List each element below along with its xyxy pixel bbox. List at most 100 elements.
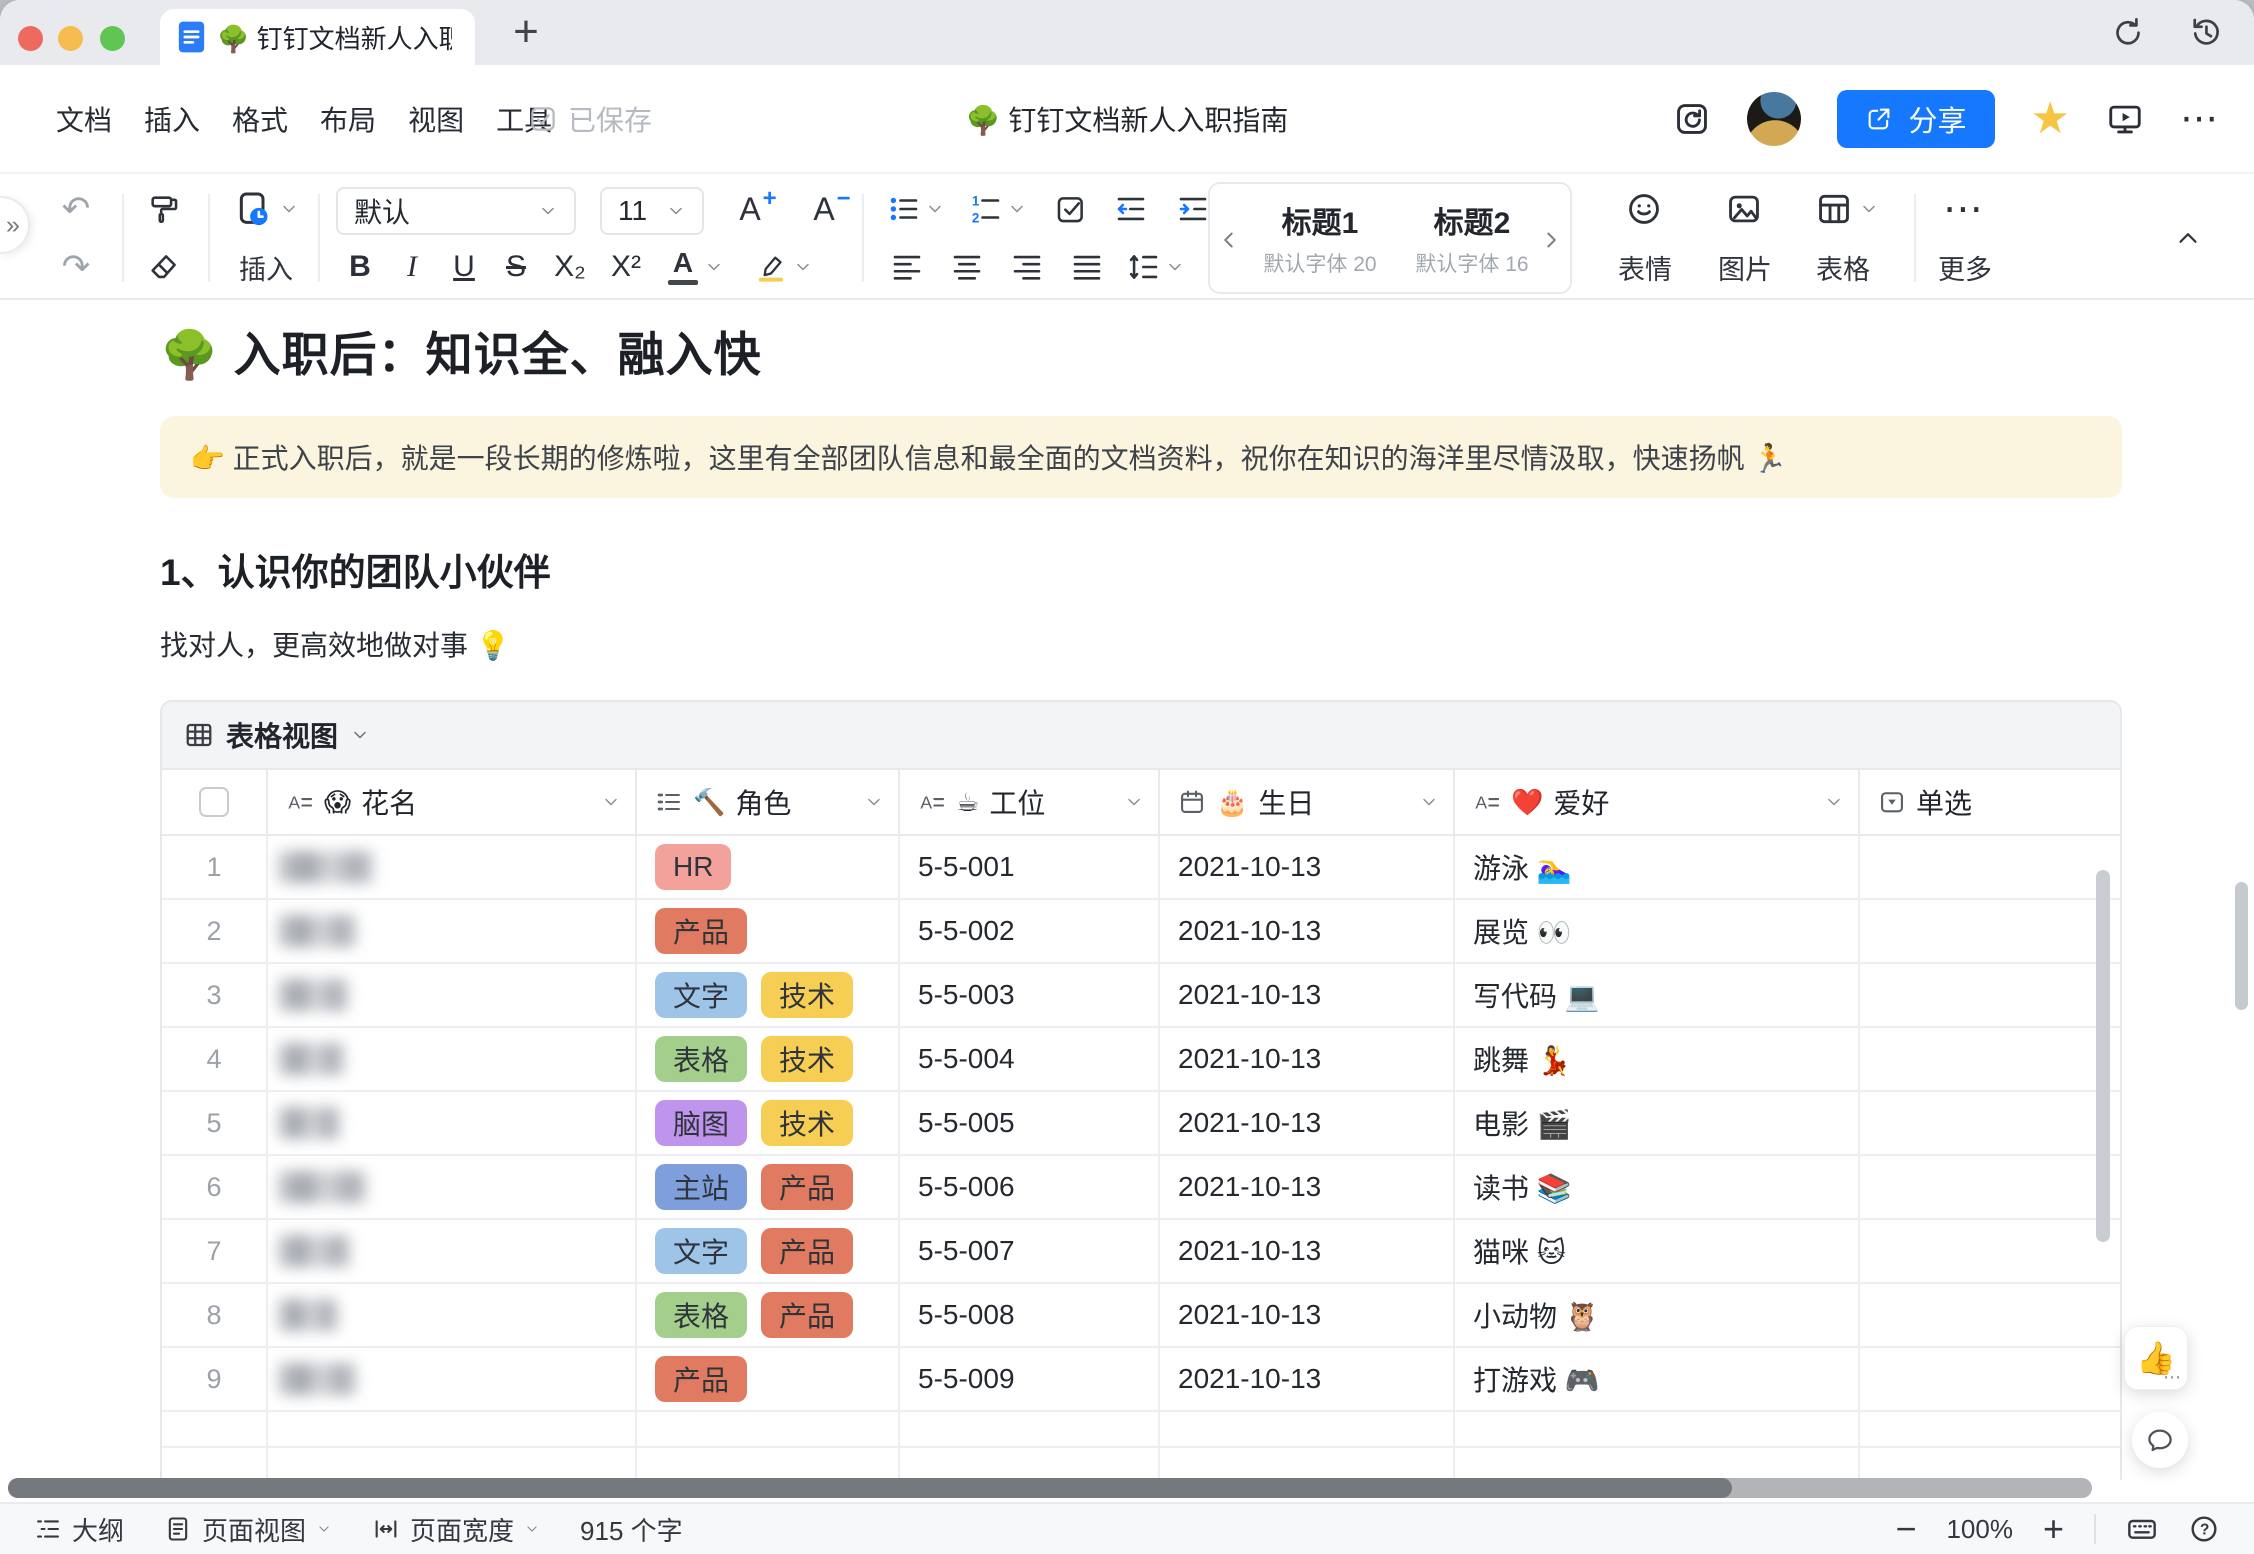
superscript-button[interactable]: X² — [602, 244, 650, 290]
cell-role[interactable]: HR — [637, 836, 900, 898]
cell-empty[interactable] — [162, 1448, 268, 1480]
cell-empty[interactable] — [1860, 1412, 2120, 1446]
zoom-out-button[interactable]: − — [1895, 1511, 1916, 1547]
row-number-cell[interactable]: 3 — [162, 964, 268, 1026]
cell-empty[interactable] — [1160, 1448, 1455, 1480]
subscript-button[interactable]: X₂ — [546, 244, 594, 290]
cell-role[interactable]: 产品 — [637, 1348, 900, 1410]
help-icon[interactable]: ? — [2188, 1513, 2220, 1545]
table-row[interactable]: 7 文字 产品 5-5-007 2021-10-13 猫咪 🐱 — [162, 1220, 2120, 1284]
align-center-button[interactable] — [942, 244, 992, 290]
cell-hobby[interactable]: 猫咪 🐱 — [1455, 1220, 1860, 1282]
cell-hobby[interactable]: 读书 📚 — [1455, 1156, 1860, 1218]
column-header-select[interactable]: 单选 — [1860, 770, 2120, 834]
column-header-role[interactable]: 🔨 角色 — [637, 770, 900, 834]
cell-role[interactable]: 文字 产品 — [637, 1220, 900, 1282]
column-header-seat[interactable]: A ☕ 工位 — [900, 770, 1160, 834]
cell-birthday[interactable]: 2021-10-13 — [1160, 1348, 1455, 1410]
align-right-button[interactable] — [1002, 244, 1052, 290]
cell-role[interactable]: 表格 产品 — [637, 1284, 900, 1346]
collapse-toolbar-button[interactable] — [2160, 210, 2216, 266]
cell-role[interactable]: 产品 — [637, 900, 900, 962]
history-icon[interactable] — [2188, 14, 2224, 50]
emoji-button[interactable] — [1618, 186, 1670, 232]
table-row[interactable]: 8 表格 产品 5-5-008 2021-10-13 小动物 🦉 — [162, 1284, 2120, 1348]
line-spacing-button[interactable] — [1122, 244, 1190, 290]
cell-name[interactable] — [268, 836, 637, 898]
close-window-button[interactable] — [18, 26, 43, 51]
cell-select[interactable] — [1860, 1092, 2120, 1154]
row-number-cell[interactable]: 8 — [162, 1284, 268, 1346]
numbered-list-button[interactable]: 12 — [964, 186, 1032, 232]
row-number-cell[interactable]: 4 — [162, 1028, 268, 1090]
cell-birthday[interactable]: 2021-10-13 — [1160, 836, 1455, 898]
style-heading2[interactable]: 标题2 默认字体 16 — [1406, 184, 1538, 292]
font-family-select[interactable]: 默认 — [336, 187, 576, 235]
row-number-cell[interactable]: 9 — [162, 1348, 268, 1410]
cell-seat[interactable]: 5-5-008 — [900, 1284, 1160, 1346]
underline-button[interactable]: U — [440, 244, 488, 290]
align-left-button[interactable] — [882, 244, 932, 290]
header-more-icon[interactable]: ⋯ — [2180, 96, 2220, 141]
bold-button[interactable]: B — [336, 244, 384, 290]
table-row-empty[interactable] — [162, 1412, 2120, 1448]
menu-item[interactable]: 文档 — [56, 99, 112, 139]
cell-birthday[interactable]: 2021-10-13 — [1160, 900, 1455, 962]
select-all-checkbox[interactable] — [199, 787, 229, 817]
doc-paragraph[interactable]: 找对人，更高效地做对事 💡 — [160, 624, 511, 664]
row-number-cell[interactable]: 6 — [162, 1156, 268, 1218]
document-tab[interactable]: 🌳 钉钉文档新人入职指 — [160, 9, 475, 65]
cell-empty[interactable] — [162, 1412, 268, 1446]
reload-icon[interactable] — [2110, 14, 2146, 50]
style-heading1[interactable]: 标题1 默认字体 20 — [1254, 184, 1386, 292]
redo-button[interactable]: ↷ — [50, 244, 102, 290]
menu-item[interactable]: 视图 — [408, 99, 464, 139]
document-title[interactable]: 🌳 钉钉文档新人入职指南 — [966, 65, 1289, 172]
cell-seat[interactable]: 5-5-002 — [900, 900, 1160, 962]
favorite-star-icon[interactable]: ★ — [2031, 96, 2070, 141]
column-header-name[interactable]: A 😱 花名 — [268, 770, 637, 834]
cell-name[interactable] — [268, 1092, 637, 1154]
cell-select[interactable] — [1860, 836, 2120, 898]
table-view-bar[interactable]: 表格视图 — [162, 702, 2120, 770]
cell-select[interactable] — [1860, 1220, 2120, 1282]
new-tab-button[interactable]: + — [500, 6, 552, 58]
cell-hobby[interactable]: 小动物 🦉 — [1455, 1284, 1860, 1346]
cell-hobby[interactable]: 展览 👀 — [1455, 900, 1860, 962]
share-button[interactable]: 分享 — [1836, 89, 1995, 148]
table-row[interactable]: 6 主站 产品 5-5-006 2021-10-13 读书 📚 — [162, 1156, 2120, 1220]
document-canvas[interactable]: 🌳 入职后：知识全、融入快 👉 正式入职后，就是一段长期的修炼啦，这里有全部团队… — [0, 300, 2254, 1502]
font-color-button[interactable]: A — [662, 244, 730, 290]
horizontal-scrollbar-thumb[interactable] — [8, 1478, 1732, 1498]
italic-button[interactable]: I — [388, 244, 436, 290]
cell-seat[interactable]: 5-5-009 — [900, 1348, 1160, 1410]
column-header-birthday[interactable]: 🎂 生日 — [1160, 770, 1455, 834]
table-row[interactable]: 5 脑图 技术 5-5-005 2021-10-13 电影 🎬 — [162, 1092, 2120, 1156]
cell-seat[interactable]: 5-5-004 — [900, 1028, 1160, 1090]
cell-seat[interactable]: 5-5-007 — [900, 1220, 1160, 1282]
cell-birthday[interactable]: 2021-10-13 — [1160, 1220, 1455, 1282]
zoom-level[interactable]: 100% — [1946, 1514, 2013, 1545]
menu-item[interactable]: 格式 — [232, 99, 288, 139]
cell-name[interactable] — [268, 900, 637, 962]
cell-role[interactable]: 脑图 技术 — [637, 1092, 900, 1154]
cell-select[interactable] — [1860, 900, 2120, 962]
cell-empty[interactable] — [268, 1448, 637, 1480]
insert-button[interactable] — [226, 186, 306, 232]
zoom-in-button[interactable]: + — [2043, 1511, 2064, 1547]
table-row[interactable]: 9 产品 5-5-009 2021-10-13 打游戏 🎮 — [162, 1348, 2120, 1412]
cell-role[interactable]: 主站 产品 — [637, 1156, 900, 1218]
cell-hobby[interactable]: 写代码 💻 — [1455, 964, 1860, 1026]
highlight-button[interactable] — [748, 244, 820, 290]
increase-font-button[interactable]: A + — [728, 185, 788, 232]
present-icon[interactable] — [2106, 100, 2144, 138]
cell-birthday[interactable]: 2021-10-13 — [1160, 1284, 1455, 1346]
page-width-button[interactable]: 页面宽度 — [372, 1511, 540, 1548]
cell-select[interactable] — [1860, 1348, 2120, 1410]
column-header-check[interactable] — [162, 770, 268, 834]
comment-button[interactable] — [2132, 1412, 2188, 1468]
table-row[interactable]: 1 HR 5-5-001 2021-10-13 游泳 🏊‍♀️ — [162, 836, 2120, 900]
cell-empty[interactable] — [1455, 1448, 1860, 1480]
avatar[interactable] — [1746, 91, 1801, 146]
table-vertical-scrollbar[interactable] — [2096, 870, 2110, 1242]
